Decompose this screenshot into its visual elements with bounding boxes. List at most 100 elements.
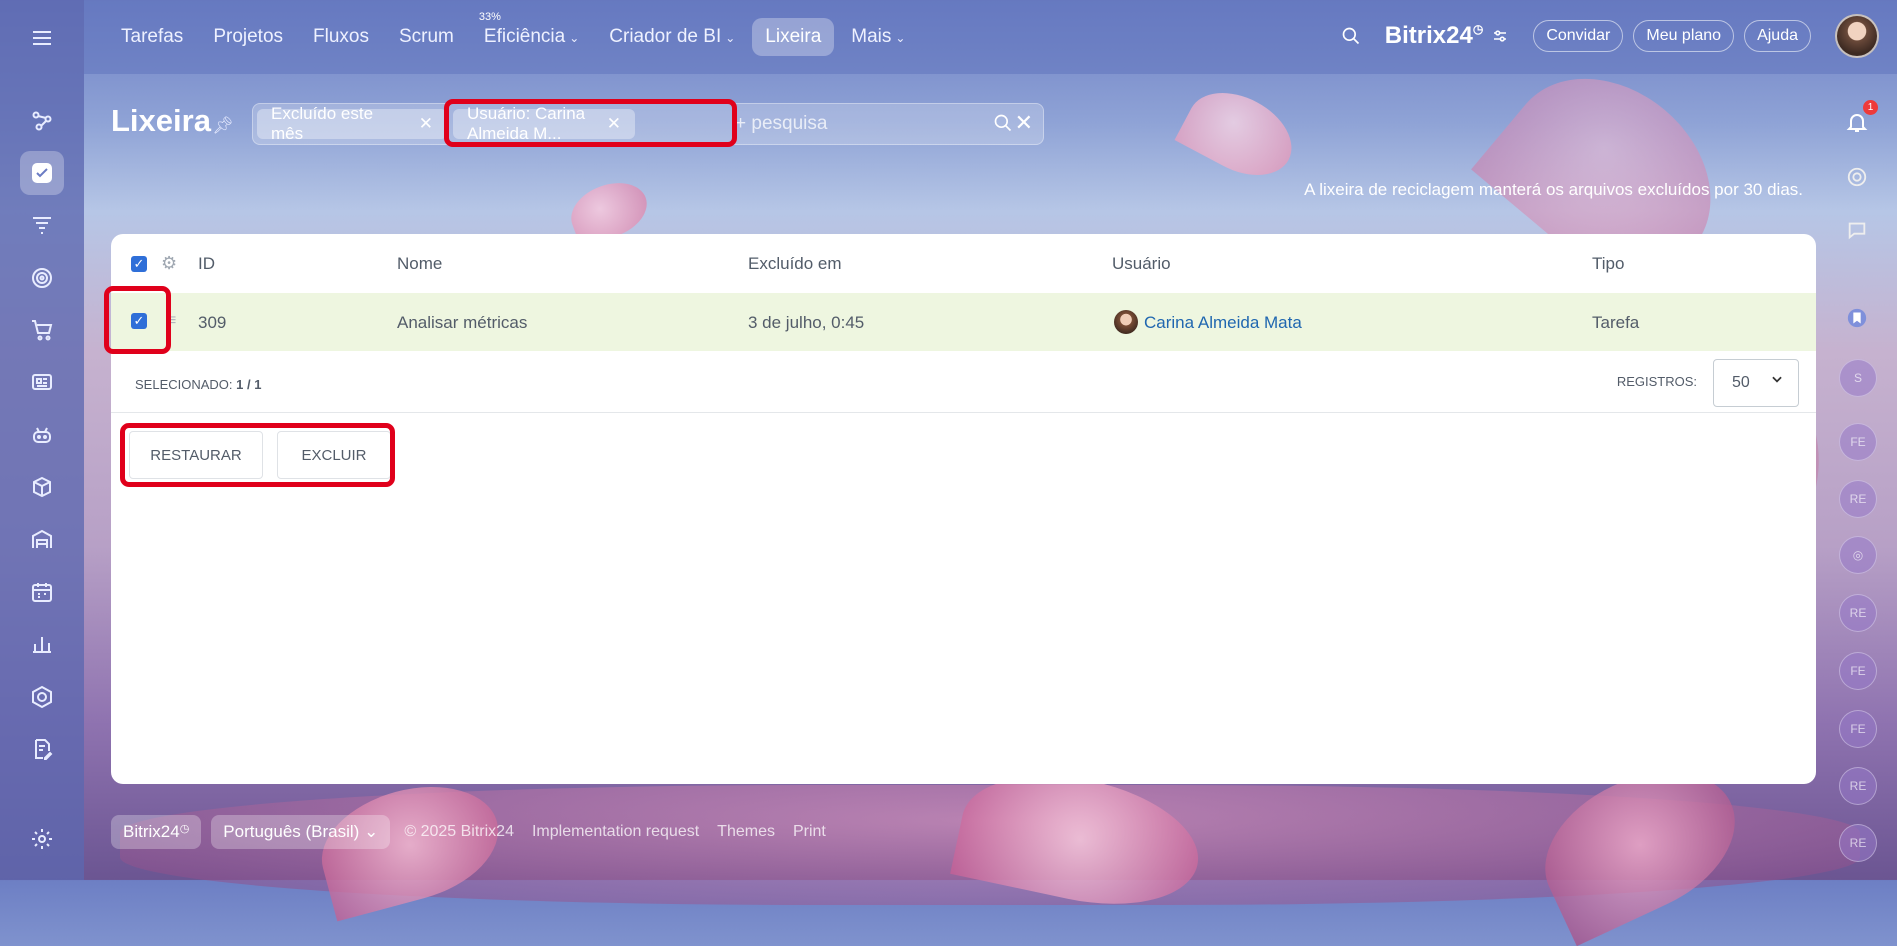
nav-label: Fluxos bbox=[313, 26, 369, 47]
clear-search-icon[interactable]: ✕ bbox=[1015, 110, 1033, 136]
pin-icon[interactable]: 📌︎ bbox=[212, 116, 234, 136]
efficiency-badge: 33% bbox=[478, 11, 501, 23]
themes-link[interactable]: Themes bbox=[717, 823, 775, 841]
brand-number: 24 bbox=[1446, 22, 1473, 49]
row-user-link[interactable]: Carina Almeida Mata bbox=[1144, 313, 1302, 333]
page-footer: Bitrix24◷ Português (Brasil) ⌄ © 2025 Bi… bbox=[111, 815, 834, 849]
table-row[interactable]: ✓ ≡ 309 Analisar métricas 3 de julho, 0:… bbox=[111, 293, 1816, 351]
nav-lixeira[interactable]: Lixeira bbox=[752, 18, 835, 56]
column-header-user[interactable]: Usuário bbox=[1112, 254, 1171, 274]
bookmark-icon[interactable] bbox=[1839, 300, 1875, 336]
brand-text: Bitrix bbox=[1384, 22, 1447, 49]
chat-icon[interactable] bbox=[1839, 212, 1875, 248]
nav-label: Mais bbox=[851, 26, 892, 47]
nav-fluxos[interactable]: Fluxos bbox=[300, 18, 382, 56]
select-all-checkbox[interactable]: ✓ bbox=[131, 256, 147, 272]
top-navigation-bar: Tarefas Projetos Fluxos Scrum 33% Eficiê… bbox=[84, 0, 1897, 74]
nav-label: Lixeira bbox=[765, 26, 822, 47]
chip-label: Excluído este mês bbox=[271, 104, 374, 143]
footer-brand: Bitrix24 bbox=[123, 822, 180, 841]
column-header-deleted[interactable]: Excluído em bbox=[748, 254, 842, 274]
copilot-icon[interactable]: ◎ bbox=[1839, 536, 1877, 574]
nav-scrum[interactable]: Scrum bbox=[386, 18, 467, 56]
clock-icon: ◷ bbox=[1472, 22, 1484, 36]
chevron-down-icon bbox=[1770, 372, 1784, 391]
notifications-bell-icon[interactable]: 1 bbox=[1839, 100, 1878, 140]
bitrix24-logo[interactable]: Bitrix24◷ bbox=[1385, 22, 1484, 50]
background-petal bbox=[1174, 76, 1306, 192]
language-select[interactable]: Português (Brasil) ⌄ bbox=[211, 815, 391, 849]
selected-counter: SELECIONADO: 1 / 1 bbox=[135, 377, 261, 392]
chevron-down-icon: ⌄ bbox=[725, 31, 736, 45]
highlight-box-user-filter bbox=[444, 99, 737, 147]
row-name: Analisar métricas bbox=[397, 313, 528, 332]
my-plan-button[interactable]: Meu plano bbox=[1633, 20, 1735, 52]
nav-label: Tarefas bbox=[121, 26, 184, 47]
print-link[interactable]: Print bbox=[793, 823, 826, 841]
document-edit-icon[interactable] bbox=[20, 727, 64, 771]
search-input[interactable]: + pesquisa bbox=[735, 113, 827, 135]
records-value: 50 bbox=[1732, 374, 1750, 391]
column-header-id[interactable]: ID bbox=[198, 254, 215, 274]
contact-avatar[interactable]: FE bbox=[1839, 652, 1877, 690]
target-icon[interactable] bbox=[20, 256, 64, 300]
contact-avatar[interactable]: FE bbox=[1839, 423, 1877, 461]
nav-criador-bi[interactable]: Criador de BI ⌄ bbox=[596, 18, 748, 56]
bar-chart-icon[interactable] bbox=[20, 622, 64, 666]
crm-icon[interactable] bbox=[20, 99, 64, 143]
retention-hint: A lixeira de reciclagem manterá os arqui… bbox=[1304, 180, 1803, 199]
nav-label: Scrum bbox=[398, 26, 454, 47]
contact-avatar[interactable]: RE bbox=[1839, 594, 1877, 632]
gear-icon[interactable]: ⚙ bbox=[161, 253, 177, 274]
contact-avatar[interactable]: RE bbox=[1839, 480, 1877, 518]
row-deleted-date: 3 de julho, 0:45 bbox=[748, 313, 865, 332]
table-header: ✓ ⚙ ID Nome Excluído em Usuário Tipo bbox=[111, 234, 1816, 292]
invite-button[interactable]: Convidar bbox=[1533, 20, 1624, 52]
selected-label: SELECIONADO: bbox=[135, 377, 233, 392]
calendar-icon[interactable] bbox=[20, 570, 64, 614]
table-footer: SELECIONADO: 1 / 1 REGISTROS: 50 bbox=[111, 352, 1816, 413]
close-icon[interactable]: ✕ bbox=[419, 114, 433, 134]
footer-bitrix24-button[interactable]: Bitrix24◷ bbox=[111, 815, 202, 849]
contact-avatar[interactable]: S bbox=[1839, 359, 1877, 397]
filter-funnel-icon[interactable] bbox=[20, 203, 64, 247]
robot-icon[interactable] bbox=[20, 413, 64, 457]
right-sidebar: 1 S FE RE ◎ RE FE FE RE RE bbox=[1817, 74, 1897, 880]
activity-stream-icon[interactable] bbox=[1839, 159, 1875, 195]
user-avatar[interactable] bbox=[1835, 14, 1879, 58]
search-icon[interactable] bbox=[993, 113, 1013, 138]
chevron-down-icon: ⌄ bbox=[364, 822, 379, 841]
nav-label: Criador de BI bbox=[609, 26, 722, 47]
highlight-box-row-checkbox bbox=[104, 286, 171, 354]
tasks-icon[interactable] bbox=[20, 151, 64, 195]
menu-icon[interactable] bbox=[20, 16, 64, 60]
nav-eficiencia[interactable]: 33% Eficiência ⌄ bbox=[471, 11, 592, 56]
column-header-name[interactable]: Nome bbox=[397, 254, 442, 274]
left-sidebar bbox=[0, 0, 84, 880]
nav-label: Projetos bbox=[213, 26, 284, 47]
box-icon[interactable] bbox=[20, 465, 64, 509]
selected-value: 1 / 1 bbox=[236, 377, 262, 392]
records-per-page-select[interactable]: 50 bbox=[1713, 359, 1799, 407]
nav-projetos[interactable]: Projetos bbox=[200, 18, 296, 56]
implementation-request-link[interactable]: Implementation request bbox=[532, 823, 699, 841]
settings-gear-icon[interactable] bbox=[20, 817, 64, 861]
search-icon[interactable] bbox=[1341, 26, 1361, 46]
contact-avatar[interactable]: RE bbox=[1839, 824, 1877, 862]
sliders-icon[interactable] bbox=[1491, 27, 1509, 45]
warehouse-icon[interactable] bbox=[20, 518, 64, 562]
chevron-down-icon: ⌄ bbox=[895, 31, 906, 45]
help-button[interactable]: Ajuda bbox=[1744, 20, 1811, 52]
column-header-type[interactable]: Tipo bbox=[1592, 254, 1624, 274]
contact-avatar[interactable]: FE bbox=[1839, 710, 1877, 748]
contact-avatar[interactable]: RE bbox=[1839, 767, 1877, 805]
nav-mais[interactable]: Mais ⌄ bbox=[838, 18, 918, 56]
newspaper-icon[interactable] bbox=[20, 360, 64, 404]
chevron-down-icon: ⌄ bbox=[569, 31, 580, 45]
filter-chip-deleted-this-month[interactable]: Excluído este mês ✕ bbox=[257, 104, 447, 143]
language-label: Português (Brasil) bbox=[223, 822, 360, 841]
page-title: Lixeira bbox=[111, 103, 211, 138]
hexagon-icon[interactable] bbox=[20, 675, 64, 719]
cart-icon[interactable] bbox=[20, 308, 64, 352]
nav-tarefas[interactable]: Tarefas bbox=[108, 18, 196, 56]
